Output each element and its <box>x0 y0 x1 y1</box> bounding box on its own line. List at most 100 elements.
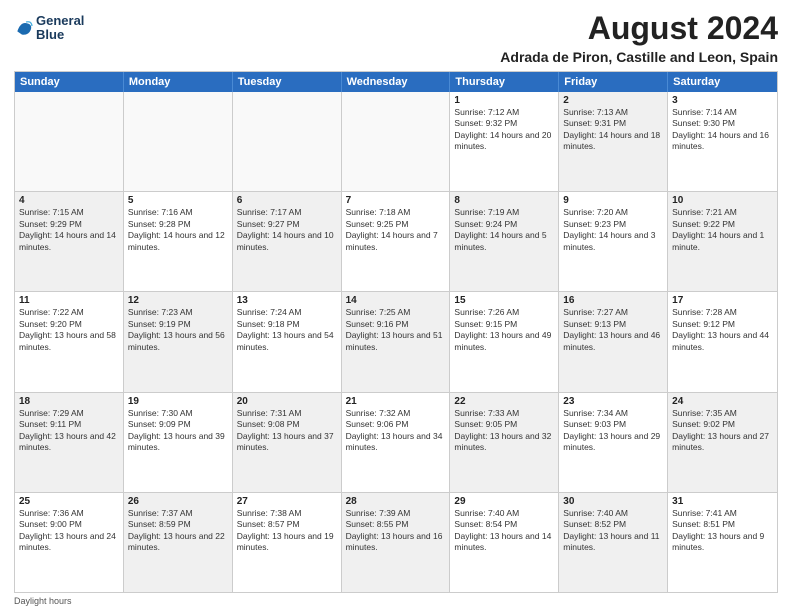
sunrise-text: Sunrise: 7:40 AM <box>563 508 663 519</box>
sunrise-text: Sunrise: 7:13 AM <box>563 107 663 118</box>
day-cell-26: 26Sunrise: 7:37 AMSunset: 8:59 PMDayligh… <box>124 493 233 592</box>
day-cell-20: 20Sunrise: 7:31 AMSunset: 9:08 PMDayligh… <box>233 393 342 492</box>
day-number: 30 <box>563 496 663 507</box>
sunrise-text: Sunrise: 7:19 AM <box>454 207 554 218</box>
day-cell-15: 15Sunrise: 7:26 AMSunset: 9:15 PMDayligh… <box>450 292 559 391</box>
sunset-text: Sunset: 9:25 PM <box>346 219 446 230</box>
daylight-text: Daylight: 14 hours and 3 minutes. <box>563 230 663 253</box>
sunrise-text: Sunrise: 7:14 AM <box>672 107 773 118</box>
daylight-text: Daylight: 13 hours and 49 minutes. <box>454 330 554 353</box>
day-number: 14 <box>346 295 446 306</box>
sunrise-text: Sunrise: 7:34 AM <box>563 408 663 419</box>
empty-cell <box>15 92 124 191</box>
sunrise-text: Sunrise: 7:16 AM <box>128 207 228 218</box>
daylight-text: Daylight: 14 hours and 12 minutes. <box>128 230 228 253</box>
sunset-text: Sunset: 9:32 PM <box>454 118 554 129</box>
day-cell-21: 21Sunrise: 7:32 AMSunset: 9:06 PMDayligh… <box>342 393 451 492</box>
daylight-text: Daylight: 13 hours and 27 minutes. <box>672 431 773 454</box>
daylight-text: Daylight: 14 hours and 18 minutes. <box>563 130 663 153</box>
sunset-text: Sunset: 9:30 PM <box>672 118 773 129</box>
empty-cell <box>342 92 451 191</box>
daylight-text: Daylight: 14 hours and 5 minutes. <box>454 230 554 253</box>
daylight-text: Daylight: 13 hours and 54 minutes. <box>237 330 337 353</box>
day-number: 17 <box>672 295 773 306</box>
sunset-text: Sunset: 9:28 PM <box>128 219 228 230</box>
sunrise-text: Sunrise: 7:39 AM <box>346 508 446 519</box>
day-cell-22: 22Sunrise: 7:33 AMSunset: 9:05 PMDayligh… <box>450 393 559 492</box>
sunrise-text: Sunrise: 7:29 AM <box>19 408 119 419</box>
daylight-text: Daylight: 13 hours and 46 minutes. <box>563 330 663 353</box>
calendar-row-1: 1Sunrise: 7:12 AMSunset: 9:32 PMDaylight… <box>15 92 777 191</box>
daylight-text: Daylight: 13 hours and 9 minutes. <box>672 531 773 554</box>
sunrise-text: Sunrise: 7:31 AM <box>237 408 337 419</box>
day-number: 21 <box>346 396 446 407</box>
daylight-text: Daylight: 13 hours and 11 minutes. <box>563 531 663 554</box>
day-cell-2: 2Sunrise: 7:13 AMSunset: 9:31 PMDaylight… <box>559 92 668 191</box>
weekday-header-thursday: Thursday <box>450 72 559 92</box>
sunrise-text: Sunrise: 7:27 AM <box>563 307 663 318</box>
calendar-row-5: 25Sunrise: 7:36 AMSunset: 9:00 PMDayligh… <box>15 492 777 592</box>
daylight-text: Daylight: 13 hours and 44 minutes. <box>672 330 773 353</box>
day-number: 29 <box>454 496 554 507</box>
day-cell-18: 18Sunrise: 7:29 AMSunset: 9:11 PMDayligh… <box>15 393 124 492</box>
day-cell-16: 16Sunrise: 7:27 AMSunset: 9:13 PMDayligh… <box>559 292 668 391</box>
day-number: 5 <box>128 195 228 206</box>
weekday-header-sunday: Sunday <box>15 72 124 92</box>
daylight-text: Daylight: 13 hours and 39 minutes. <box>128 431 228 454</box>
sunset-text: Sunset: 9:22 PM <box>672 219 773 230</box>
sunset-text: Sunset: 9:09 PM <box>128 419 228 430</box>
daylight-text: Daylight: 13 hours and 58 minutes. <box>19 330 119 353</box>
sunset-text: Sunset: 9:19 PM <box>128 319 228 330</box>
empty-cell <box>124 92 233 191</box>
sunset-text: Sunset: 8:51 PM <box>672 519 773 530</box>
sunset-text: Sunset: 9:13 PM <box>563 319 663 330</box>
day-number: 3 <box>672 95 773 106</box>
logo-text: General Blue <box>36 14 84 43</box>
month-year: August 2024 <box>500 10 778 47</box>
daylight-text: Daylight: 13 hours and 14 minutes. <box>454 531 554 554</box>
logo-line1: General <box>36 14 84 28</box>
logo-line2: Blue <box>36 28 84 42</box>
sunrise-text: Sunrise: 7:17 AM <box>237 207 337 218</box>
day-number: 31 <box>672 496 773 507</box>
daylight-text: Daylight: 13 hours and 51 minutes. <box>346 330 446 353</box>
day-cell-10: 10Sunrise: 7:21 AMSunset: 9:22 PMDayligh… <box>668 192 777 291</box>
sunset-text: Sunset: 9:05 PM <box>454 419 554 430</box>
day-cell-23: 23Sunrise: 7:34 AMSunset: 9:03 PMDayligh… <box>559 393 668 492</box>
sunrise-text: Sunrise: 7:40 AM <box>454 508 554 519</box>
sunset-text: Sunset: 9:06 PM <box>346 419 446 430</box>
sunset-text: Sunset: 9:12 PM <box>672 319 773 330</box>
calendar-row-4: 18Sunrise: 7:29 AMSunset: 9:11 PMDayligh… <box>15 392 777 492</box>
sunrise-text: Sunrise: 7:33 AM <box>454 408 554 419</box>
calendar-row-2: 4Sunrise: 7:15 AMSunset: 9:29 PMDaylight… <box>15 191 777 291</box>
sunrise-text: Sunrise: 7:15 AM <box>19 207 119 218</box>
sunset-text: Sunset: 9:03 PM <box>563 419 663 430</box>
sunrise-text: Sunrise: 7:35 AM <box>672 408 773 419</box>
daylight-text: Daylight: 14 hours and 14 minutes. <box>19 230 119 253</box>
day-cell-29: 29Sunrise: 7:40 AMSunset: 8:54 PMDayligh… <box>450 493 559 592</box>
daylight-text: Daylight: 13 hours and 34 minutes. <box>346 431 446 454</box>
sunset-text: Sunset: 9:23 PM <box>563 219 663 230</box>
day-number: 1 <box>454 95 554 106</box>
sunrise-text: Sunrise: 7:20 AM <box>563 207 663 218</box>
day-number: 9 <box>563 195 663 206</box>
sunset-text: Sunset: 9:15 PM <box>454 319 554 330</box>
day-number: 2 <box>563 95 663 106</box>
empty-cell <box>233 92 342 191</box>
day-number: 8 <box>454 195 554 206</box>
day-cell-14: 14Sunrise: 7:25 AMSunset: 9:16 PMDayligh… <box>342 292 451 391</box>
sunset-text: Sunset: 9:27 PM <box>237 219 337 230</box>
page: General Blue August 2024 Adrada de Piron… <box>0 0 792 612</box>
daylight-text: Daylight: 14 hours and 10 minutes. <box>237 230 337 253</box>
day-number: 10 <box>672 195 773 206</box>
weekday-header-wednesday: Wednesday <box>342 72 451 92</box>
day-number: 4 <box>19 195 119 206</box>
title-block: August 2024 Adrada de Piron, Castille an… <box>500 10 778 65</box>
sunset-text: Sunset: 9:31 PM <box>563 118 663 129</box>
day-cell-4: 4Sunrise: 7:15 AMSunset: 9:29 PMDaylight… <box>15 192 124 291</box>
day-number: 19 <box>128 396 228 407</box>
daylight-text: Daylight: 13 hours and 16 minutes. <box>346 531 446 554</box>
calendar-row-3: 11Sunrise: 7:22 AMSunset: 9:20 PMDayligh… <box>15 291 777 391</box>
sunrise-text: Sunrise: 7:32 AM <box>346 408 446 419</box>
daylight-text: Daylight: 13 hours and 42 minutes. <box>19 431 119 454</box>
